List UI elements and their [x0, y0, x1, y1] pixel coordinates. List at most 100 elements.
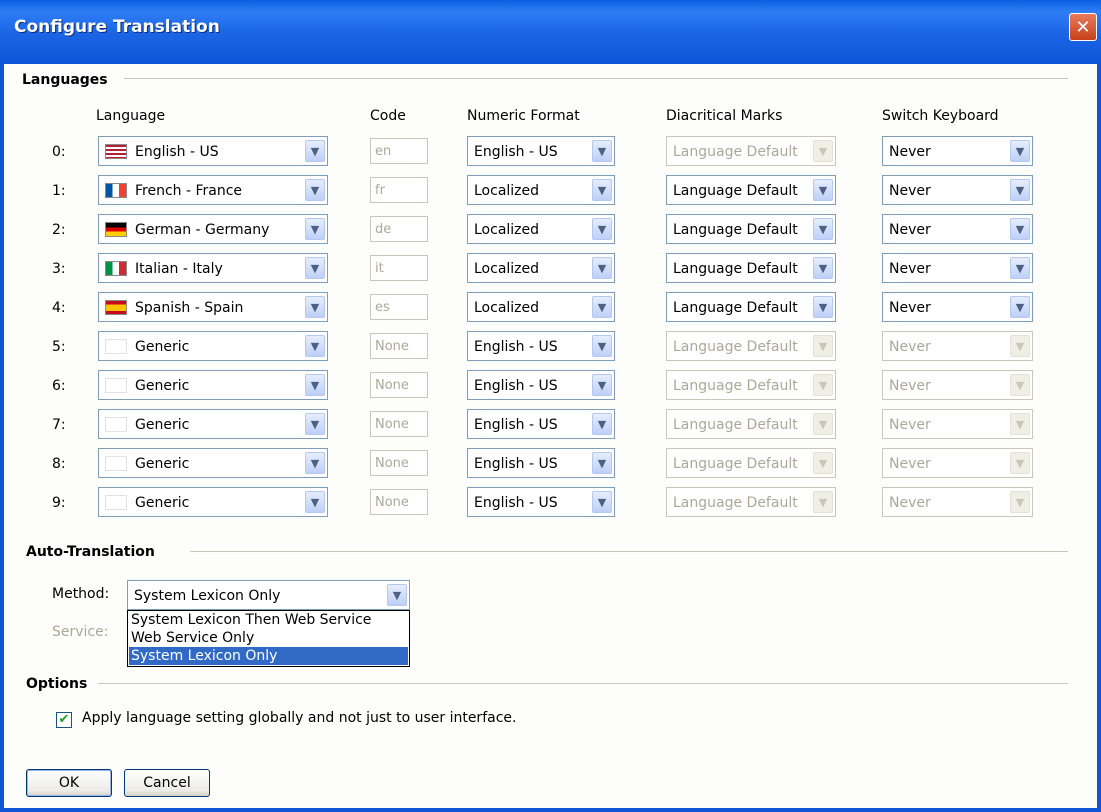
chevron-down-icon[interactable]: ▼ [305, 179, 325, 201]
switch-keyboard-select[interactable]: Never ▼ [882, 214, 1033, 244]
language-select[interactable]: Generic ▼ [98, 331, 328, 361]
code-field: None [370, 489, 428, 515]
method-option-lexicon-then-web[interactable]: System Lexicon Then Web Service [129, 611, 408, 629]
chevron-down-icon[interactable]: ▼ [813, 257, 833, 279]
numeric-format-value: English - US [474, 378, 558, 394]
diacritical-marks-select: Language Default ▼ [666, 487, 836, 517]
method-option-web-only[interactable]: Web Service Only [129, 629, 408, 647]
switch-keyboard-select[interactable]: Never ▼ [882, 175, 1033, 205]
language-select[interactable]: Italian - Italy ▼ [98, 253, 328, 283]
numeric-format-select[interactable]: Localized ▼ [467, 253, 615, 283]
chevron-down-icon[interactable]: ▼ [305, 257, 325, 279]
numeric-format-column-header: Numeric Format [467, 108, 580, 124]
code-field: None [370, 372, 428, 398]
numeric-format-select[interactable]: English - US ▼ [467, 448, 615, 478]
chevron-down-icon[interactable]: ▼ [387, 584, 407, 606]
flag-germany-icon [105, 222, 127, 237]
chevron-down-icon[interactable]: ▼ [592, 413, 612, 435]
language-select[interactable]: Spanish - Spain ▼ [98, 292, 328, 322]
row-index: 3: [52, 261, 66, 277]
language-select[interactable]: French - France ▼ [98, 175, 328, 205]
title-bar[interactable]: Configure Translation ✕ [0, 0, 1101, 64]
chevron-down-icon[interactable]: ▼ [592, 257, 612, 279]
switch-keyboard-select[interactable]: Never ▼ [882, 253, 1033, 283]
language-select[interactable]: Generic ▼ [98, 370, 328, 400]
chevron-down-icon[interactable]: ▼ [305, 296, 325, 318]
code-value: de [375, 222, 392, 237]
chevron-down-icon: ▼ [1010, 491, 1030, 513]
switch-keyboard-select: Never ▼ [882, 487, 1033, 517]
code-field: es [370, 294, 428, 320]
chevron-down-icon[interactable]: ▼ [1010, 296, 1030, 318]
diacritical-marks-value: Language Default [673, 495, 798, 511]
language-select[interactable]: English - US ▼ [98, 136, 328, 166]
numeric-format-select[interactable]: Localized ▼ [467, 292, 615, 322]
flag-generic-icon [105, 339, 127, 354]
method-option-lexicon-only[interactable]: System Lexicon Only [129, 647, 408, 665]
language-select[interactable]: Generic ▼ [98, 487, 328, 517]
chevron-down-icon[interactable]: ▼ [305, 374, 325, 396]
chevron-down-icon[interactable]: ▼ [305, 491, 325, 513]
languages-section-title: Languages [22, 72, 108, 88]
method-select[interactable]: System Lexicon Only ▼ [127, 580, 410, 610]
apply-globally-checkbox[interactable]: ✔ [56, 712, 72, 728]
close-button[interactable]: ✕ [1069, 13, 1097, 41]
languages-section-divider [124, 78, 1068, 80]
language-select[interactable]: German - Germany ▼ [98, 214, 328, 244]
chevron-down-icon[interactable]: ▼ [592, 374, 612, 396]
chevron-down-icon[interactable]: ▼ [1010, 179, 1030, 201]
cancel-button[interactable]: Cancel [124, 769, 210, 797]
chevron-down-icon[interactable]: ▼ [305, 140, 325, 162]
chevron-down-icon[interactable]: ▼ [305, 452, 325, 474]
chevron-down-icon[interactable]: ▼ [592, 491, 612, 513]
row-index: 7: [52, 417, 66, 433]
numeric-format-select[interactable]: Localized ▼ [467, 214, 615, 244]
chevron-down-icon[interactable]: ▼ [592, 296, 612, 318]
numeric-format-value: Localized [474, 183, 540, 199]
dialog-body: Languages Language Code Numeric Format D… [4, 64, 1097, 808]
flag-us-icon [105, 144, 127, 159]
chevron-down-icon[interactable]: ▼ [813, 296, 833, 318]
diacritical-marks-select[interactable]: Language Default ▼ [666, 214, 836, 244]
chevron-down-icon[interactable]: ▼ [305, 335, 325, 357]
method-dropdown-list[interactable]: System Lexicon Then Web Service Web Serv… [127, 610, 410, 667]
numeric-format-select[interactable]: Localized ▼ [467, 175, 615, 205]
chevron-down-icon[interactable]: ▼ [305, 218, 325, 240]
language-select-value: English - US [135, 144, 219, 160]
switch-keyboard-select[interactable]: Never ▼ [882, 136, 1033, 166]
language-select[interactable]: Generic ▼ [98, 448, 328, 478]
chevron-down-icon[interactable]: ▼ [1010, 257, 1030, 279]
chevron-down-icon[interactable]: ▼ [592, 335, 612, 357]
numeric-format-select[interactable]: English - US ▼ [467, 487, 615, 517]
flag-spain-icon [105, 300, 127, 315]
chevron-down-icon[interactable]: ▼ [813, 218, 833, 240]
chevron-down-icon[interactable]: ▼ [592, 179, 612, 201]
numeric-format-value: English - US [474, 495, 558, 511]
diacritical-marks-select[interactable]: Language Default ▼ [666, 253, 836, 283]
code-field: en [370, 138, 428, 164]
ok-button[interactable]: OK [26, 769, 112, 797]
numeric-format-select[interactable]: English - US ▼ [467, 136, 615, 166]
chevron-down-icon[interactable]: ▼ [592, 218, 612, 240]
diacritical-marks-select[interactable]: Language Default ▼ [666, 175, 836, 205]
apply-globally-label[interactable]: Apply language setting globally and not … [82, 710, 516, 726]
chevron-down-icon[interactable]: ▼ [1010, 218, 1030, 240]
diacritical-marks-select[interactable]: Language Default ▼ [666, 292, 836, 322]
chevron-down-icon[interactable]: ▼ [813, 179, 833, 201]
numeric-format-select[interactable]: English - US ▼ [467, 409, 615, 439]
chevron-down-icon[interactable]: ▼ [592, 452, 612, 474]
diacritical-marks-value: Language Default [673, 339, 798, 355]
numeric-format-select[interactable]: English - US ▼ [467, 370, 615, 400]
chevron-down-icon[interactable]: ▼ [1010, 140, 1030, 162]
language-select-value: Generic [135, 339, 190, 355]
chevron-down-icon[interactable]: ▼ [305, 413, 325, 435]
chevron-down-icon[interactable]: ▼ [592, 140, 612, 162]
numeric-format-value: English - US [474, 456, 558, 472]
switch-keyboard-value: Never [889, 144, 931, 160]
numeric-format-select[interactable]: English - US ▼ [467, 331, 615, 361]
switch-keyboard-select[interactable]: Never ▼ [882, 292, 1033, 322]
row-index: 6: [52, 378, 66, 394]
switch-keyboard-value: Never [889, 495, 931, 511]
language-select[interactable]: Generic ▼ [98, 409, 328, 439]
window-frame-right [1097, 64, 1101, 812]
